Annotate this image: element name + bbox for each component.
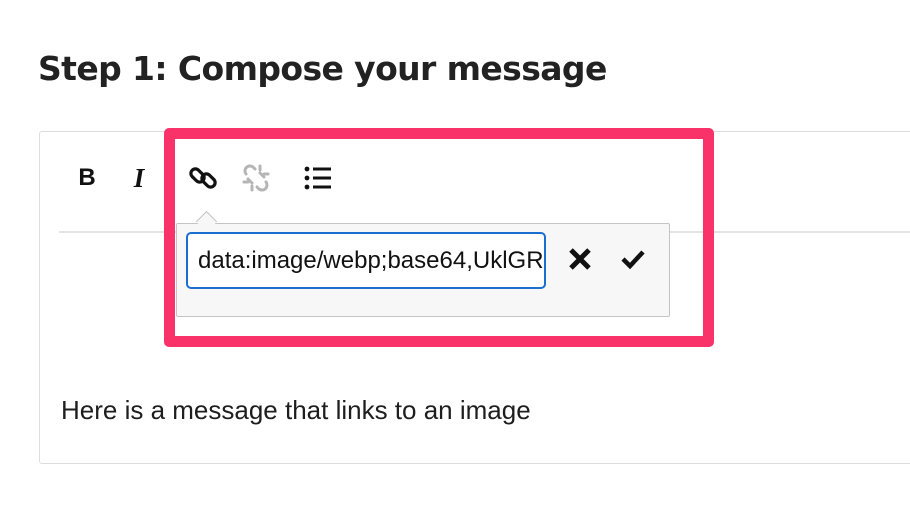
- cancel-link-button[interactable]: [560, 241, 600, 277]
- editor-content[interactable]: Here is a message that links to an image: [61, 395, 531, 426]
- confirm-link-button[interactable]: [613, 241, 653, 277]
- unlink-icon: [242, 164, 270, 192]
- bullet-list-icon: [304, 166, 331, 190]
- page: Step 1: Compose your message B I data:im…: [0, 0, 910, 507]
- italic-button[interactable]: I: [124, 160, 154, 196]
- bullet-list-button[interactable]: [299, 160, 337, 196]
- checkmark-icon: [621, 250, 645, 270]
- link-url-input[interactable]: [186, 232, 546, 289]
- link-icon: [189, 167, 217, 189]
- page-title: Step 1: Compose your message: [38, 49, 607, 88]
- close-icon: [569, 248, 591, 270]
- bold-button[interactable]: B: [72, 160, 102, 196]
- unlink-button[interactable]: [238, 160, 274, 196]
- link-button[interactable]: [185, 160, 221, 196]
